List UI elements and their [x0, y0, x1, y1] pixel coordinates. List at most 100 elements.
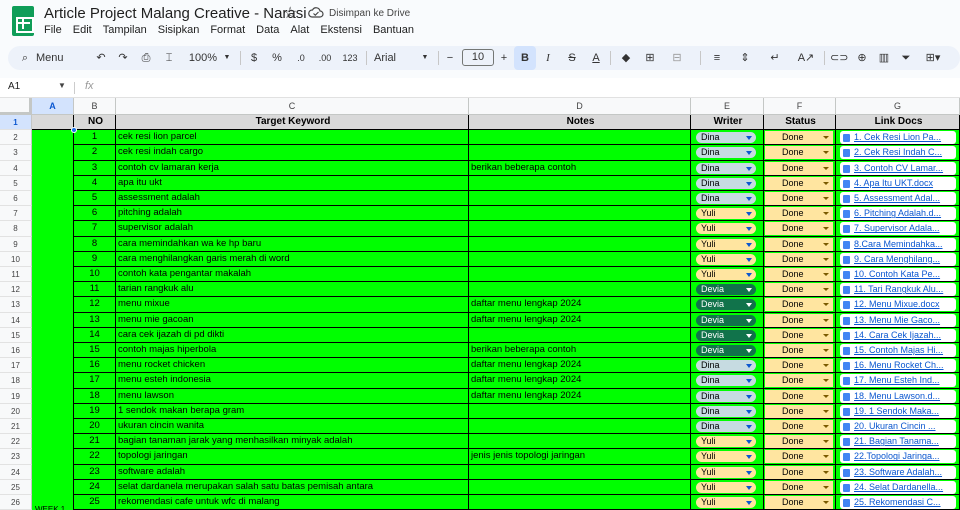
- vertical-align-icon[interactable]: ⇕: [734, 46, 756, 70]
- keyword-cell[interactable]: menu rocket chicken: [116, 358, 469, 374]
- chevron-down-icon[interactable]: [823, 212, 829, 216]
- keyword-cell[interactable]: bagian tanaman jarak yang menhasilkan mi…: [116, 434, 469, 450]
- doc-link-label[interactable]: 12. Menu Mixue.docx: [854, 299, 940, 309]
- status-cell[interactable]: Done: [764, 358, 836, 374]
- status-cell[interactable]: Done: [764, 251, 836, 267]
- chevron-down-icon[interactable]: [746, 364, 752, 369]
- writer-cell[interactable]: Dina: [691, 175, 764, 191]
- currency-format-button[interactable]: $: [248, 46, 260, 70]
- link-cell[interactable]: 16. Menu Rocket Ch...: [836, 358, 960, 374]
- status-dropdown[interactable]: Done: [765, 435, 833, 449]
- doc-link-chip[interactable]: 10. Contoh Kata Pe...: [840, 268, 956, 281]
- writer-cell[interactable]: Dina: [691, 130, 764, 146]
- status-dropdown[interactable]: Done: [765, 496, 833, 509]
- row-number[interactable]: 18: [0, 373, 32, 389]
- doc-link-label[interactable]: 16. Menu Rocket Ch...: [854, 360, 944, 370]
- week-cell[interactable]: [32, 358, 74, 374]
- row-number[interactable]: 23: [0, 449, 32, 465]
- week-cell[interactable]: [32, 479, 74, 495]
- doc-link-label[interactable]: 24. Selat Dardanella...: [854, 482, 943, 492]
- writer-chip[interactable]: Devia: [696, 284, 756, 296]
- notes-cell[interactable]: [469, 236, 691, 252]
- status-dropdown[interactable]: Done: [765, 344, 833, 357]
- week-cell[interactable]: [32, 403, 74, 419]
- week-cell[interactable]: [32, 236, 74, 252]
- borders-icon[interactable]: ⊞: [642, 46, 658, 70]
- chevron-down-icon[interactable]: [823, 485, 829, 489]
- notes-cell[interactable]: [469, 403, 691, 419]
- link-cell[interactable]: 14. Cara Cek Ijazah...: [836, 327, 960, 343]
- writer-chip[interactable]: Yuli: [696, 238, 756, 250]
- link-cell[interactable]: 10. Contoh Kata Pe...: [836, 267, 960, 283]
- row-number[interactable]: 26: [0, 495, 32, 510]
- week-cell[interactable]: [32, 191, 74, 207]
- column-header-g[interactable]: G: [836, 98, 960, 115]
- chevron-down-icon[interactable]: [823, 318, 829, 322]
- doc-link-chip[interactable]: 14. Cara Cek Ijazah...: [840, 328, 956, 342]
- writer-cell[interactable]: Dina: [691, 373, 764, 389]
- notes-cell[interactable]: jenis jenis topologi jaringan: [469, 449, 691, 465]
- notes-cell[interactable]: [469, 251, 691, 267]
- writer-chip[interactable]: Dina: [696, 405, 756, 417]
- writer-chip[interactable]: Dina: [696, 360, 756, 372]
- writer-cell[interactable]: Dina: [691, 145, 764, 161]
- menu-format[interactable]: Format: [210, 24, 245, 36]
- writer-cell[interactable]: Yuli: [691, 495, 764, 510]
- header-cell[interactable]: Link Docs: [836, 115, 960, 131]
- doc-link-chip[interactable]: 9. Cara Menghilang...: [840, 252, 956, 266]
- writer-cell[interactable]: Yuli: [691, 434, 764, 450]
- week-cell[interactable]: [32, 343, 74, 359]
- doc-link-chip[interactable]: 24. Selat Dardanella...: [840, 480, 956, 494]
- notes-cell[interactable]: [469, 145, 691, 161]
- doc-link-chip[interactable]: 8.Cara Memindahka...: [840, 237, 956, 251]
- link-cell[interactable]: 13. Menu Mie Gaco...: [836, 312, 960, 328]
- doc-link-label[interactable]: 13. Menu Mie Gaco...: [854, 315, 940, 325]
- keyword-cell[interactable]: menu mixue: [116, 297, 469, 313]
- paint-format-icon[interactable]: ⌶: [162, 46, 176, 70]
- writer-chip[interactable]: Dina: [696, 132, 756, 144]
- chevron-down-icon[interactable]: [823, 470, 829, 474]
- doc-link-chip[interactable]: 13. Menu Mie Gaco...: [840, 313, 956, 327]
- status-cell[interactable]: Done: [764, 434, 836, 450]
- row-number[interactable]: 7: [0, 206, 32, 222]
- keyword-cell[interactable]: menu mie gacoan: [116, 312, 469, 328]
- doc-link-chip[interactable]: 4. Apa Itu UKT.docx: [840, 176, 956, 190]
- status-dropdown[interactable]: Done: [765, 146, 833, 160]
- chevron-down-icon[interactable]: [746, 485, 752, 490]
- writer-chip[interactable]: Dina: [696, 390, 756, 402]
- print-icon[interactable]: ⎙: [138, 46, 154, 70]
- sheets-logo-icon[interactable]: [12, 6, 34, 36]
- week-cell[interactable]: [32, 388, 74, 404]
- week-cell[interactable]: [32, 145, 74, 161]
- doc-link-label[interactable]: 17. Menu Esteh Ind...: [854, 375, 940, 385]
- doc-link-chip[interactable]: 12. Menu Mixue.docx: [840, 298, 956, 312]
- writer-chip[interactable]: Yuli: [696, 208, 756, 220]
- status-cell[interactable]: Done: [764, 175, 836, 191]
- writer-chip[interactable]: Yuli: [696, 466, 756, 478]
- font-select[interactable]: Arial: [374, 46, 414, 70]
- writer-chip[interactable]: Devia: [696, 345, 756, 356]
- notes-cell[interactable]: [469, 130, 691, 146]
- status-dropdown[interactable]: Done: [765, 450, 833, 464]
- keyword-cell[interactable]: 1 sendok makan berapa gram: [116, 403, 469, 419]
- insert-chart-icon[interactable]: ▥: [876, 46, 892, 70]
- row-number[interactable]: 10: [0, 251, 32, 267]
- notes-cell[interactable]: daftar menu lengkap 2024: [469, 358, 691, 374]
- no-cell[interactable]: 14: [74, 327, 116, 343]
- notes-cell[interactable]: [469, 327, 691, 343]
- menu-insert[interactable]: Sisipkan: [158, 24, 200, 36]
- notes-cell[interactable]: daftar menu lengkap 2024: [469, 388, 691, 404]
- status-cell[interactable]: Done: [764, 282, 836, 298]
- doc-link-label[interactable]: 22.Topologi Jaringa...: [854, 451, 940, 461]
- chevron-down-icon[interactable]: [823, 227, 829, 231]
- writer-chip[interactable]: Dina: [696, 421, 756, 432]
- status-cell[interactable]: Done: [764, 130, 836, 146]
- keyword-cell[interactable]: topologi jaringan: [116, 449, 469, 465]
- status-cell[interactable]: Done: [764, 403, 836, 419]
- merge-cells-icon[interactable]: ⊟: [666, 46, 688, 70]
- link-cell[interactable]: 11. Tari Rangkuk Alu...: [836, 282, 960, 298]
- chevron-down-icon[interactable]: [823, 303, 829, 307]
- font-size-increase-icon[interactable]: +: [498, 46, 510, 70]
- status-cell[interactable]: Done: [764, 449, 836, 465]
- keyword-cell[interactable]: cek resi lion parcel: [116, 130, 469, 146]
